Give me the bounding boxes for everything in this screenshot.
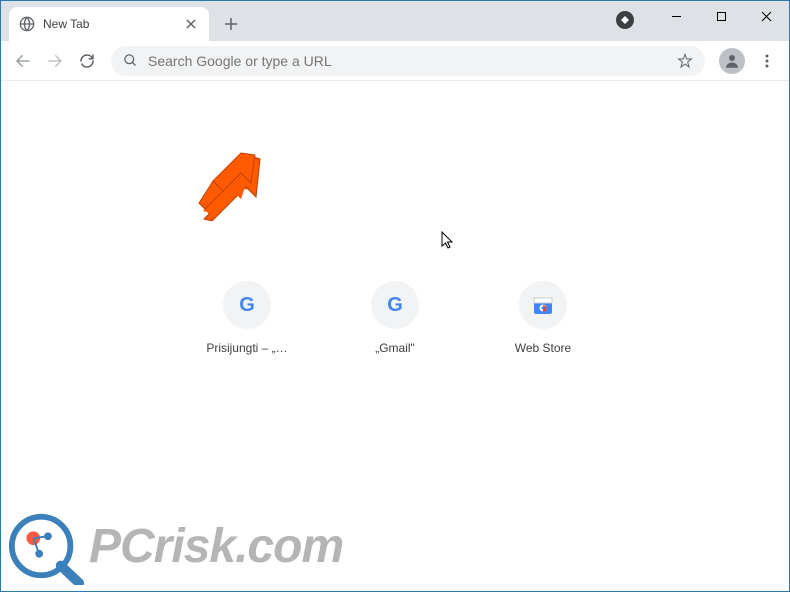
tab-title: New Tab <box>43 17 183 31</box>
watermark-logo-icon <box>7 507 85 585</box>
address-bar[interactable] <box>111 46 705 76</box>
close-tab-icon[interactable] <box>183 16 199 32</box>
shortcut-label: Web Store <box>515 341 571 355</box>
maximize-button[interactable] <box>699 1 744 31</box>
page-content: G Prisijungti – „… G „Gmail" Web St <box>1 81 789 591</box>
shortcut-item[interactable]: Web Store <box>488 281 598 355</box>
webstore-icon <box>531 293 555 317</box>
shortcut-label: „Gmail" <box>375 341 415 355</box>
shortcut-label: Prisijungti – „… <box>206 341 287 355</box>
forward-button[interactable] <box>41 47 69 75</box>
google-logo-icon: G <box>387 294 403 317</box>
shortcut-icon <box>519 281 567 329</box>
new-tab-button[interactable] <box>217 10 245 38</box>
reload-button[interactable] <box>73 47 101 75</box>
annotation-arrow-icon <box>196 151 266 221</box>
window-controls <box>654 1 789 31</box>
google-logo-icon: G <box>239 294 255 317</box>
shortcut-item[interactable]: G „Gmail" <box>340 281 450 355</box>
menu-button[interactable] <box>753 47 781 75</box>
url-input[interactable] <box>148 53 677 69</box>
watermark-text: PCrisk.com <box>89 519 343 574</box>
cursor-icon <box>441 231 457 251</box>
search-icon <box>123 53 138 68</box>
extension-badge-icon[interactable] <box>616 11 634 29</box>
shortcut-icon: G <box>371 281 419 329</box>
minimize-button[interactable] <box>654 1 699 31</box>
annotation-arrow-icon <box>197 151 263 217</box>
bookmark-star-icon[interactable] <box>677 53 693 69</box>
shortcut-icon: G <box>223 281 271 329</box>
watermark: PCrisk.com <box>7 507 343 585</box>
titlebar: New Tab <box>1 1 789 41</box>
shortcuts-row: G Prisijungti – „… G „Gmail" Web St <box>192 281 598 355</box>
profile-avatar[interactable] <box>719 48 745 74</box>
globe-icon <box>19 16 35 32</box>
close-window-button[interactable] <box>744 1 789 31</box>
shortcut-item[interactable]: G Prisijungti – „… <box>192 281 302 355</box>
browser-tab[interactable]: New Tab <box>9 7 209 41</box>
back-button[interactable] <box>9 47 37 75</box>
annotation-arrow-icon <box>199 153 259 213</box>
toolbar <box>1 41 789 81</box>
